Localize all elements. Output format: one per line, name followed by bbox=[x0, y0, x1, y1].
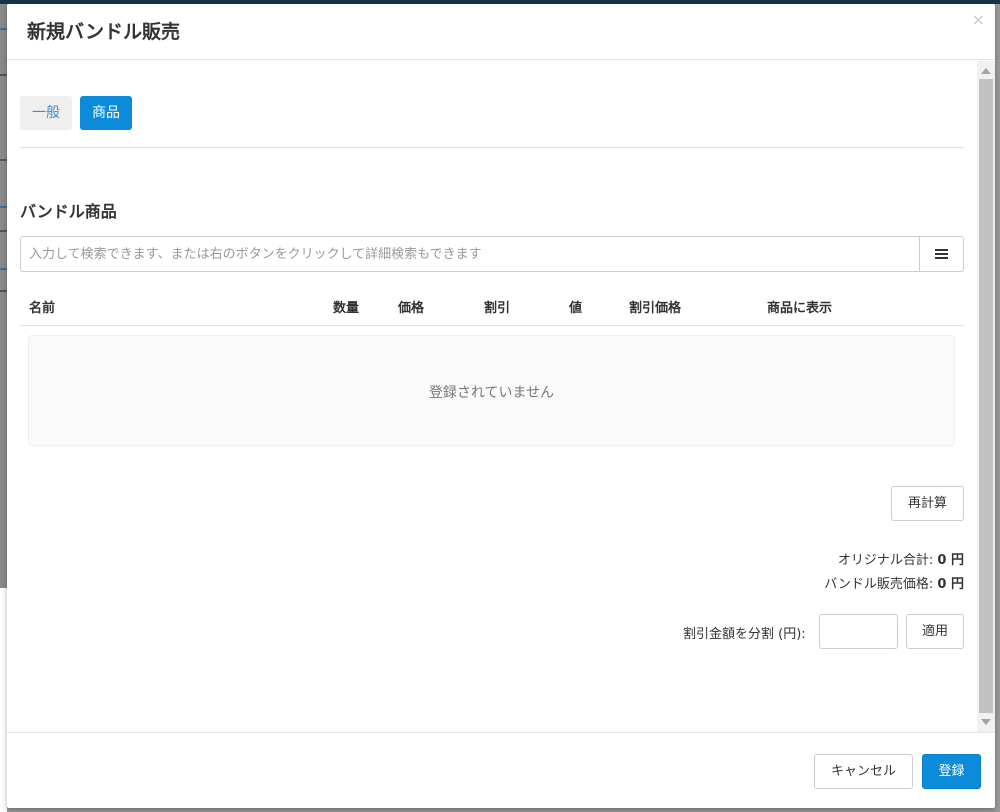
scrollbar-thumb[interactable] bbox=[979, 79, 993, 713]
search-input[interactable] bbox=[21, 237, 919, 271]
menu-icon bbox=[935, 248, 948, 260]
bundle-price-label: バンドル販売価格: bbox=[824, 577, 934, 592]
close-icon[interactable]: × bbox=[972, 10, 985, 29]
modal-body: 一般 商品 バンドル商品 名前 数量 価格 割引 値 割引価格 商品に表示 登録… bbox=[7, 61, 995, 732]
column-header-quantity: 数量 bbox=[333, 301, 360, 316]
register-button[interactable]: 登録 bbox=[922, 754, 981, 789]
original-total-value: 0 円 bbox=[937, 553, 964, 568]
apply-button[interactable]: 適用 bbox=[906, 614, 964, 649]
scrollbar[interactable] bbox=[977, 61, 995, 732]
column-header-discount: 割引 bbox=[484, 301, 511, 316]
original-total-label: オリジナル合計: bbox=[837, 553, 934, 568]
column-header-discount-price: 割引価格 bbox=[629, 301, 682, 316]
split-discount-label: 割引金額を分割 (円): bbox=[683, 627, 806, 642]
bundle-sale-modal: 新規バンドル販売 × 一般 商品 バンドル商品 名前 数量 価格 割引 値 割引… bbox=[7, 4, 995, 808]
backdrop-white-area bbox=[0, 588, 7, 812]
tab-general[interactable]: 一般 bbox=[20, 96, 72, 130]
scroll-down-icon[interactable] bbox=[981, 719, 991, 725]
divider bbox=[20, 147, 964, 148]
table-header: 名前 数量 価格 割引 値 割引価格 商品に表示 bbox=[20, 286, 964, 326]
recalculate-button[interactable]: 再計算 bbox=[891, 486, 964, 521]
modal-footer: キャンセル 登録 bbox=[7, 732, 995, 808]
advanced-search-button[interactable] bbox=[919, 237, 963, 271]
column-header-price: 価格 bbox=[398, 301, 425, 316]
empty-state: 登録されていません bbox=[28, 335, 955, 446]
column-header-name: 名前 bbox=[29, 301, 56, 316]
cancel-button[interactable]: キャンセル bbox=[814, 754, 913, 789]
original-total: オリジナル合計: 0 円 bbox=[838, 549, 964, 568]
tab-products[interactable]: 商品 bbox=[80, 96, 132, 130]
search-box bbox=[20, 236, 964, 272]
modal-header: 新規バンドル販売 × bbox=[7, 4, 995, 60]
tab-bar: 一般 商品 bbox=[20, 96, 132, 130]
bundle-price-value: 0 円 bbox=[937, 577, 964, 592]
section-title: バンドル商品 bbox=[20, 202, 117, 221]
column-header-show-on-product: 商品に表示 bbox=[767, 301, 833, 316]
modal-title: 新規バンドル販売 bbox=[27, 21, 180, 43]
scroll-up-icon[interactable] bbox=[981, 68, 991, 74]
split-discount-input[interactable] bbox=[819, 614, 898, 649]
bundle-price: バンドル販売価格: 0 円 bbox=[824, 573, 964, 592]
column-header-value: 値 bbox=[569, 301, 583, 316]
empty-message: 登録されていません bbox=[428, 385, 555, 401]
